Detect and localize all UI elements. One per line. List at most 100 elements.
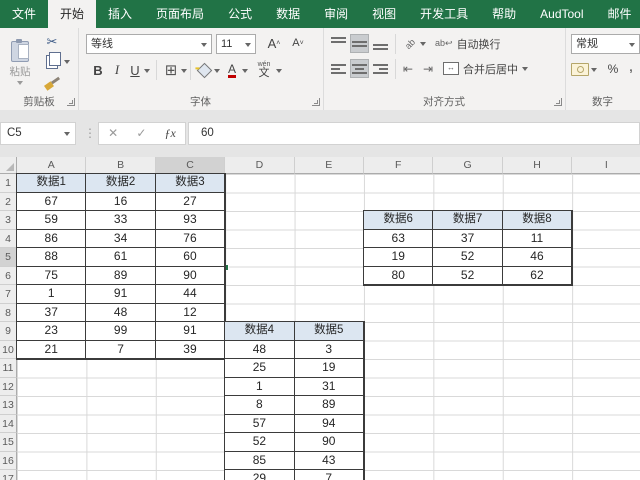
underline-caret[interactable]	[144, 69, 150, 73]
middle-align-button[interactable]	[350, 34, 369, 53]
header-cell[interactable]: 数据1	[17, 174, 87, 193]
data-cell[interactable]: 1	[17, 285, 87, 304]
phonetic-guide-button[interactable]: wén 文	[254, 58, 274, 82]
data-cell[interactable]: 91	[155, 322, 226, 341]
insert-function-button[interactable]: ƒx	[165, 123, 176, 144]
wrap-text-button[interactable]: ab↩ 自动换行	[435, 34, 535, 53]
data-cell[interactable]: 25	[225, 359, 295, 378]
borders-button[interactable]: ⊞	[162, 59, 180, 81]
increase-font-size-button[interactable]: A ˄	[264, 33, 284, 53]
row-header-16[interactable]: 16	[0, 451, 17, 470]
data-cell[interactable]: 7	[86, 340, 156, 359]
data-cell[interactable]: 31	[294, 377, 364, 396]
font-name-combo[interactable]: 等线	[86, 34, 212, 54]
data-cell[interactable]: 59	[17, 211, 87, 230]
merge-center-button[interactable]: ↔ 合并后居中	[443, 59, 555, 78]
top-align-button[interactable]	[329, 34, 348, 53]
cut-button[interactable]: ✂	[42, 33, 62, 51]
number-format-combo[interactable]: 常规	[571, 34, 640, 54]
header-cell[interactable]: 数据7	[433, 211, 503, 230]
row-header-10[interactable]: 10	[0, 340, 17, 359]
font-size-caret[interactable]	[245, 43, 251, 47]
column-header-D[interactable]: D	[225, 157, 295, 174]
data-cell[interactable]: 34	[86, 229, 156, 248]
data-cell[interactable]: 90	[294, 433, 364, 452]
fill-color-button[interactable]	[196, 61, 212, 79]
row-header-17[interactable]: 17	[0, 470, 17, 480]
font-name-caret[interactable]	[201, 43, 207, 47]
header-cell[interactable]: 数据3	[155, 174, 226, 193]
data-cell[interactable]: 43	[294, 451, 364, 470]
data-cell[interactable]: 52	[225, 433, 295, 452]
data-cell[interactable]: 23	[17, 322, 87, 341]
row-header-3[interactable]: 3	[0, 211, 17, 230]
row-header-13[interactable]: 13	[0, 396, 17, 415]
row-header-12[interactable]: 12	[0, 377, 17, 396]
italic-button[interactable]: I	[110, 60, 124, 80]
header-cell[interactable]: 数据6	[364, 211, 434, 230]
tab-帮助[interactable]: 帮助	[480, 0, 528, 28]
data-cell[interactable]: 46	[502, 248, 573, 267]
data-cell[interactable]: 27	[155, 192, 226, 211]
format-painter-button[interactable]	[42, 76, 62, 92]
data-cell[interactable]: 67	[17, 192, 87, 211]
phonetic-caret[interactable]	[276, 69, 282, 73]
center-align-button[interactable]	[350, 59, 369, 78]
accounting-format-button[interactable]	[571, 60, 589, 78]
data-cell[interactable]: 89	[86, 266, 156, 285]
paste-button[interactable]: 粘贴	[4, 34, 36, 92]
header-cell[interactable]: 数据8	[502, 211, 573, 230]
formula-bar-drag-dots[interactable]: ⋮	[84, 122, 96, 145]
tab-开始[interactable]: 开始	[48, 0, 97, 28]
data-cell[interactable]: 52	[433, 248, 503, 267]
row-header-7[interactable]: 7	[0, 285, 17, 304]
data-cell[interactable]: 11	[502, 229, 573, 248]
fill-color-caret[interactable]	[214, 69, 220, 73]
data-cell[interactable]: 93	[155, 211, 226, 230]
row-header-11[interactable]: 11	[0, 359, 17, 378]
data-cell[interactable]: 12	[155, 303, 226, 322]
column-header-H[interactable]: H	[502, 157, 573, 174]
tab-页面布局[interactable]: 页面布局	[144, 0, 216, 28]
data-cell[interactable]: 19	[294, 359, 364, 378]
data-cell[interactable]: 37	[433, 229, 503, 248]
column-header-C[interactable]: C	[155, 157, 226, 174]
data-cell[interactable]: 86	[17, 229, 87, 248]
data-cell[interactable]: 80	[364, 266, 434, 285]
comma-style-button[interactable]: ,	[625, 56, 637, 76]
copy-button[interactable]	[44, 52, 61, 70]
select-all-corner[interactable]	[0, 157, 17, 174]
row-header-9[interactable]: 9	[0, 322, 17, 341]
data-cell[interactable]: 44	[155, 285, 226, 304]
orientation-caret[interactable]	[420, 42, 426, 46]
data-cell[interactable]: 37	[17, 303, 87, 322]
column-header-B[interactable]: B	[86, 157, 156, 174]
column-header-G[interactable]: G	[433, 157, 503, 174]
header-cell[interactable]: 数据4	[225, 322, 295, 341]
data-cell[interactable]: 48	[86, 303, 156, 322]
enter-button[interactable]: ✓	[136, 123, 146, 144]
data-cell[interactable]: 3	[294, 340, 364, 359]
tab-公式[interactable]: 公式	[216, 0, 264, 28]
bottom-align-button[interactable]	[371, 34, 390, 53]
data-cell[interactable]: 61	[86, 248, 156, 267]
cancel-button[interactable]: ✕	[108, 123, 118, 144]
tab-插入[interactable]: 插入	[96, 0, 144, 28]
data-cell[interactable]: 19	[364, 248, 434, 267]
merge-center-caret[interactable]	[522, 66, 528, 71]
accounting-caret[interactable]	[591, 68, 597, 72]
column-header-F[interactable]: F	[364, 157, 434, 174]
tab-邮件[interactable]: 邮件	[596, 0, 640, 28]
data-cell[interactable]: 89	[294, 396, 364, 415]
name-box-caret[interactable]	[64, 132, 70, 136]
data-cell[interactable]: 88	[17, 248, 87, 267]
paste-dropdown-caret[interactable]	[17, 81, 23, 85]
row-header-15[interactable]: 15	[0, 433, 17, 452]
data-cell[interactable]: 63	[364, 229, 434, 248]
font-color-caret[interactable]	[242, 69, 248, 73]
tab-数据[interactable]: 数据	[264, 0, 312, 28]
orientation-button[interactable]: ab	[401, 34, 419, 53]
borders-caret[interactable]	[181, 69, 187, 73]
font-dialog-launcher[interactable]	[312, 98, 320, 106]
column-header-E[interactable]: E	[294, 157, 364, 174]
